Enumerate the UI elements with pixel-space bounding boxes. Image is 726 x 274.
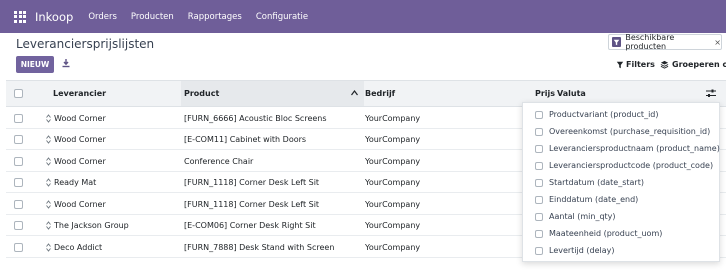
vendor-cell: The Jackson Group	[54, 221, 129, 230]
row-checkbox[interactable]	[14, 114, 23, 123]
row-checkbox[interactable]	[14, 221, 23, 230]
option-checkbox[interactable]	[535, 144, 543, 153]
row-checkbox[interactable]	[14, 135, 23, 144]
company-cell: YourCompany	[365, 178, 421, 187]
option-label: Startdatum (date_start)	[549, 178, 644, 187]
company-cell: YourCompany	[365, 221, 421, 230]
drag-handle-icon[interactable]	[46, 114, 51, 123]
vendor-cell: Deco Addict	[54, 243, 103, 252]
optional-column-option[interactable]: Startdatum (date_start)	[535, 176, 644, 189]
optional-column-option[interactable]: Leveranciersproductnaam (product_name)	[535, 142, 720, 155]
vendor-cell: Wood Corner	[54, 135, 106, 144]
product-cell: [E-COM11] Cabinet with Doors	[184, 135, 307, 144]
option-checkbox[interactable]	[535, 127, 543, 136]
filter-icon	[612, 37, 622, 47]
vendor-cell: Wood Corner	[54, 114, 106, 123]
vendor-cell: Ready Mat	[54, 178, 97, 187]
filters-button[interactable]: Filters	[616, 60, 655, 69]
option-checkbox[interactable]	[535, 110, 543, 119]
menu-products[interactable]: Producten	[131, 12, 174, 22]
optional-column-option[interactable]: Leveranciersproductcode (product_code)	[535, 159, 713, 172]
product-cell: [FURN_6666] Acoustic Bloc Screens	[184, 114, 327, 123]
groupby-label: Groeperen op	[672, 60, 726, 69]
optional-column-option[interactable]: Maateenheid (product_uom)	[535, 227, 662, 240]
product-cell: [FURN_1118] Corner Desk Left Sit	[184, 200, 320, 209]
row-checkbox[interactable]	[14, 157, 23, 166]
header-vendor[interactable]: Leverancier	[53, 81, 181, 106]
company-cell: YourCompany	[365, 200, 421, 209]
option-checkbox[interactable]	[535, 195, 543, 204]
facet-label: Beschikbare producten	[625, 33, 675, 51]
page-title: Leveranciersprijslijsten	[16, 37, 155, 51]
product-cell: [FURN_1118] Corner Desk Left Sit	[184, 178, 320, 187]
product-cell: Conference Chair	[184, 157, 254, 166]
drag-handle-icon[interactable]	[46, 221, 51, 230]
filter-icon	[616, 61, 624, 68]
company-cell: YourCompany	[365, 157, 421, 166]
optional-column-option[interactable]: Levertijd (delay)	[535, 244, 615, 257]
option-checkbox[interactable]	[535, 212, 543, 221]
optional-column-option[interactable]: Aantal (min_qty)	[535, 210, 616, 223]
apps-menu-icon[interactable]	[14, 10, 26, 23]
option-label: Productvariant (product_id)	[549, 110, 659, 119]
groupby-button[interactable]: Groeperen op	[660, 60, 726, 69]
drag-handle-icon[interactable]	[46, 243, 51, 252]
header-company[interactable]: Bedrijf	[365, 81, 465, 106]
layers-icon	[660, 60, 669, 69]
menu-orders[interactable]: Orders	[88, 12, 117, 22]
drag-handle-icon[interactable]	[46, 178, 51, 187]
menu-reporting[interactable]: Rapportages	[188, 12, 242, 22]
row-checkbox[interactable]	[14, 200, 23, 209]
select-all-cell	[14, 81, 23, 106]
optional-columns-dropdown: Productvariant (product_id) Overeenkomst …	[522, 102, 720, 262]
app-name[interactable]: Inkoop	[35, 10, 73, 24]
sort-up-icon	[351, 90, 358, 96]
drag-handle-icon[interactable]	[46, 157, 51, 166]
company-cell: YourCompany	[365, 135, 421, 144]
header-product[interactable]: Product	[181, 81, 364, 106]
option-checkbox[interactable]	[535, 178, 543, 187]
optional-column-option[interactable]: Overeenkomst (purchase_requisition_id)	[535, 125, 710, 138]
filters-label: Filters	[626, 60, 655, 69]
drag-handle-icon[interactable]	[46, 200, 51, 209]
header-product-label: Product	[184, 89, 220, 98]
option-checkbox[interactable]	[535, 229, 543, 238]
sliders-icon	[706, 89, 716, 97]
select-all-checkbox[interactable]	[14, 89, 23, 98]
company-cell: YourCompany	[365, 243, 421, 252]
option-label: Einddatum (date_end)	[549, 195, 639, 204]
vendor-cell: Wood Corner	[54, 200, 106, 209]
option-checkbox[interactable]	[535, 161, 543, 170]
option-label: Aantal (min_qty)	[549, 212, 616, 221]
top-navbar: Inkoop Orders Producten Rapportages Conf…	[0, 0, 726, 33]
download-icon[interactable]	[61, 58, 71, 68]
option-label: Levertijd (delay)	[549, 246, 615, 255]
drag-handle-icon[interactable]	[46, 135, 51, 144]
optional-column-option[interactable]: Productvariant (product_id)	[535, 108, 659, 121]
option-label: Leveranciersproductnaam (product_name)	[549, 144, 720, 153]
menu-configuration[interactable]: Configuratie	[256, 12, 308, 22]
option-label: Leveranciersproductcode (product_code)	[549, 161, 714, 170]
vendor-cell: Wood Corner	[54, 157, 106, 166]
row-checkbox[interactable]	[14, 178, 23, 187]
optional-column-option[interactable]: Einddatum (date_end)	[535, 193, 638, 206]
row-checkbox[interactable]	[14, 243, 23, 252]
product-cell: [FURN_7888] Desk Stand with Screen	[184, 243, 335, 252]
search-facet[interactable]: Beschikbare producten ×	[608, 33, 722, 51]
option-label: Maateenheid (product_uom)	[549, 229, 663, 238]
new-button[interactable]: NIEUW	[16, 56, 54, 73]
option-label: Overeenkomst (purchase_requisition_id)	[549, 127, 711, 136]
company-cell: YourCompany	[365, 114, 421, 123]
facet-remove-icon[interactable]: ×	[714, 38, 721, 47]
option-checkbox[interactable]	[535, 246, 543, 255]
product-cell: [E-COM06] Corner Desk Right Sit	[184, 221, 316, 230]
